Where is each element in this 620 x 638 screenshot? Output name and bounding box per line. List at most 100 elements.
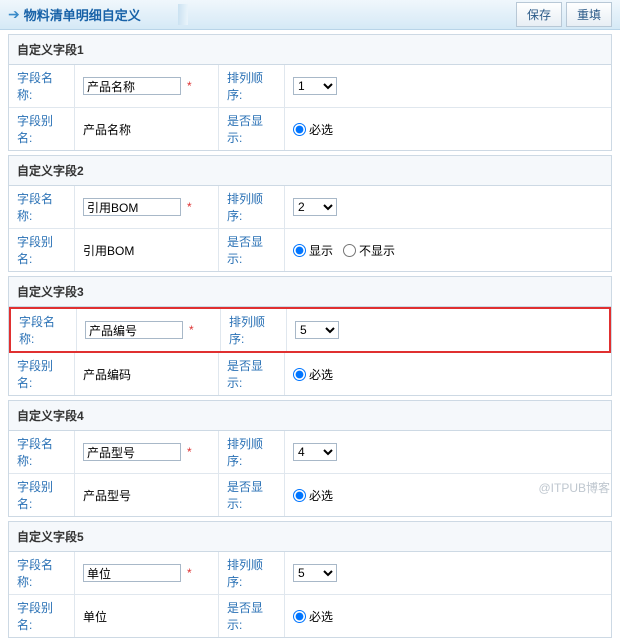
field-name-value: *	[75, 552, 218, 594]
sort-order-select[interactable]: 1	[293, 77, 337, 95]
field-name-row: 字段名称: * 排列顺序: 2	[9, 186, 611, 229]
field-name-value: *	[77, 309, 220, 351]
section-header: 自定义字段5	[9, 522, 611, 552]
required-star-icon: *	[187, 79, 192, 93]
field-name-row: 字段名称: * 排列顺序: 5	[9, 307, 611, 353]
field-name-input[interactable]	[83, 443, 181, 461]
field-name-input[interactable]	[83, 564, 181, 582]
display-required-label: 必选	[309, 487, 333, 504]
required-star-icon: *	[187, 445, 192, 459]
field-name-label: 字段名称:	[9, 186, 75, 228]
display-value: 必选	[285, 353, 611, 395]
field-name-label: 字段名称:	[11, 309, 77, 351]
display-required-label: 必选	[309, 366, 333, 383]
header-buttons: 保存 重填	[516, 2, 612, 27]
field-alias-row: 字段别名:单位是否显示: 必选	[9, 595, 611, 637]
sort-order-value: 5	[287, 309, 609, 351]
save-button[interactable]: 保存	[516, 2, 562, 27]
field-section: 自定义字段1字段名称: * 排列顺序: 1 字段别名:产品名称是否显示: 必选	[8, 34, 612, 151]
field-name-row: 字段名称: * 排列顺序: 5	[9, 552, 611, 595]
field-alias-row: 字段别名:产品编码是否显示: 必选	[9, 353, 611, 395]
display-show-option[interactable]: 显示	[293, 242, 333, 259]
watermark: @ITPUB博客	[538, 479, 610, 496]
field-alias-value: 产品名称	[75, 108, 218, 150]
display-required-radio[interactable]	[293, 368, 306, 381]
field-section: 自定义字段2字段名称: * 排列顺序: 2 字段别名:引用BOM是否显示: 显示 不显示	[8, 155, 612, 272]
display-hide-label: 不显示	[359, 242, 395, 259]
sort-order-value: 2	[285, 186, 611, 228]
reset-button[interactable]: 重填	[566, 2, 612, 27]
field-name-input[interactable]	[85, 321, 183, 339]
field-alias-value: 单位	[75, 595, 218, 637]
display-label: 是否显示:	[219, 474, 285, 516]
display-value: 必选	[285, 108, 611, 150]
field-section: 自定义字段3字段名称: * 排列顺序: 5 字段别名:产品编码是否显示: 必选	[8, 276, 612, 396]
display-show-label: 显示	[309, 242, 333, 259]
required-star-icon: *	[187, 200, 192, 214]
display-required-option[interactable]: 必选	[293, 608, 333, 625]
display-value: 显示 不显示	[285, 229, 611, 271]
field-name-label: 字段名称:	[9, 431, 75, 473]
display-label: 是否显示:	[219, 353, 285, 395]
display-required-option[interactable]: 必选	[293, 487, 333, 504]
field-name-input[interactable]	[83, 77, 181, 95]
field-alias-label: 字段别名:	[9, 108, 75, 150]
section-header: 自定义字段1	[9, 35, 611, 65]
field-name-value: *	[75, 65, 218, 107]
sort-order-value: 1	[285, 65, 611, 107]
field-alias-row: 字段别名:产品型号是否显示: 必选	[9, 474, 611, 516]
display-label: 是否显示:	[219, 595, 285, 637]
sort-order-label: 排列顺序:	[221, 309, 287, 351]
field-alias-label: 字段别名:	[9, 229, 75, 271]
sort-order-label: 排列顺序:	[219, 186, 285, 228]
display-show-radio[interactable]	[293, 244, 306, 257]
sort-order-select[interactable]: 5	[295, 321, 339, 339]
field-name-label: 字段名称:	[9, 552, 75, 594]
display-required-label: 必选	[309, 608, 333, 625]
display-label: 是否显示:	[219, 108, 285, 150]
arrow-right-icon: ➔	[8, 6, 20, 23]
sort-order-select[interactable]: 2	[293, 198, 337, 216]
display-required-option[interactable]: 必选	[293, 121, 333, 138]
display-label: 是否显示:	[219, 229, 285, 271]
field-alias-label: 字段别名:	[9, 595, 75, 637]
sort-order-select[interactable]: 4	[293, 443, 337, 461]
required-star-icon: *	[187, 566, 192, 580]
field-alias-value: 引用BOM	[75, 229, 218, 271]
display-required-option[interactable]: 必选	[293, 366, 333, 383]
field-name-row: 字段名称: * 排列顺序: 4	[9, 431, 611, 474]
page-header: ➔ 物料清单明细自定义 保存 重填	[0, 0, 620, 30]
display-hide-option[interactable]: 不显示	[343, 242, 395, 259]
display-required-radio[interactable]	[293, 610, 306, 623]
field-alias-label: 字段别名:	[9, 353, 75, 395]
page-title: 物料清单明细自定义	[24, 5, 141, 24]
field-name-row: 字段名称: * 排列顺序: 1	[9, 65, 611, 108]
display-value: 必选	[285, 595, 611, 637]
field-name-label: 字段名称:	[9, 65, 75, 107]
required-star-icon: *	[189, 323, 194, 337]
sort-order-value: 4	[285, 431, 611, 473]
field-alias-value: 产品型号	[75, 474, 218, 516]
sort-order-label: 排列顺序:	[219, 431, 285, 473]
sort-order-label: 排列顺序:	[219, 552, 285, 594]
field-name-input[interactable]	[83, 198, 181, 216]
sort-order-label: 排列顺序:	[219, 65, 285, 107]
display-required-radio[interactable]	[293, 489, 306, 502]
field-section: 自定义字段5字段名称: * 排列顺序: 5 字段别名:单位是否显示: 必选	[8, 521, 612, 638]
section-header: 自定义字段2	[9, 156, 611, 186]
sort-order-select[interactable]: 5	[293, 564, 337, 582]
section-header: 自定义字段3	[9, 277, 611, 307]
field-section: 自定义字段4字段名称: * 排列顺序: 4 字段别名:产品型号是否显示: 必选	[8, 400, 612, 517]
display-required-radio[interactable]	[293, 123, 306, 136]
field-alias-value: 产品编码	[75, 353, 218, 395]
display-required-label: 必选	[309, 121, 333, 138]
field-alias-row: 字段别名:引用BOM是否显示: 显示 不显示	[9, 229, 611, 271]
sort-order-value: 5	[285, 552, 611, 594]
section-header: 自定义字段4	[9, 401, 611, 431]
field-alias-label: 字段别名:	[9, 474, 75, 516]
display-hide-radio[interactable]	[343, 244, 356, 257]
header-divider	[178, 4, 188, 25]
field-alias-row: 字段别名:产品名称是否显示: 必选	[9, 108, 611, 150]
field-name-value: *	[75, 431, 218, 473]
field-name-value: *	[75, 186, 218, 228]
